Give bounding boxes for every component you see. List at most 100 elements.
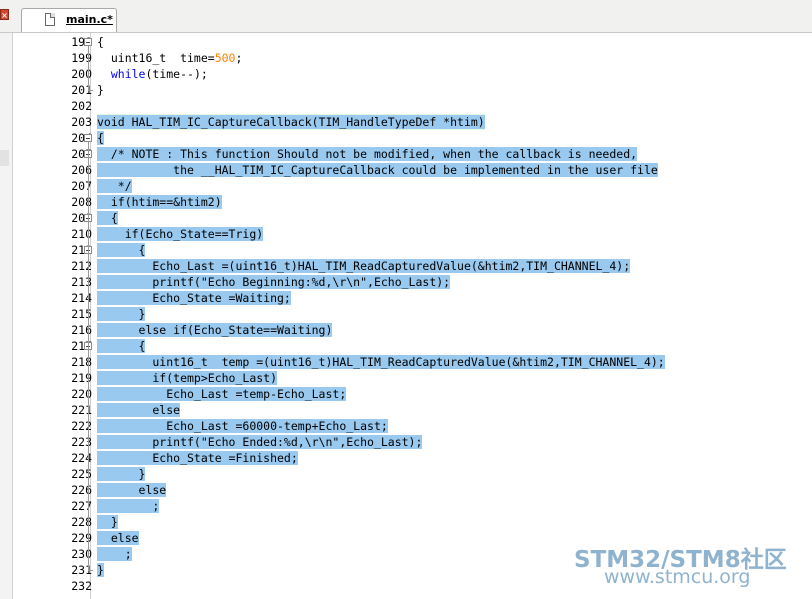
line-number: 206: [71, 163, 92, 177]
code-text: }: [97, 563, 104, 577]
code-line[interactable]: else: [97, 402, 181, 418]
line-number: 204: [71, 131, 92, 145]
code-line[interactable]: else: [97, 530, 139, 546]
code-text: {: [97, 211, 118, 225]
code-text: */: [97, 179, 132, 193]
close-icon[interactable]: ×: [0, 9, 9, 20]
code-text: else if(Echo_State==Waiting): [97, 323, 333, 337]
code-line[interactable]: uint16_t temp =(uint16_t)HAL_TIM_ReadCap…: [97, 354, 665, 370]
code-text: Echo_Last =temp-Echo_Last;: [97, 387, 347, 401]
code-line[interactable]: Echo_State =Finished;: [97, 450, 298, 466]
code-text: {: [97, 243, 146, 257]
line-number: 222: [71, 419, 92, 433]
code-line[interactable]: }: [97, 306, 146, 322]
code-line[interactable]: }: [97, 562, 104, 578]
code-line[interactable]: if(Echo_State==Trig): [97, 226, 264, 242]
code-text: {: [97, 131, 104, 145]
code-line[interactable]: Echo_Last =(uint16_t)HAL_TIM_ReadCapture…: [97, 258, 631, 274]
code-text: (time--);: [145, 67, 208, 81]
code-line[interactable]: printf("Echo Beginning:%d,\r\n",Echo_Las…: [97, 274, 451, 290]
line-number: 215: [71, 307, 92, 321]
code-line[interactable]: }: [97, 82, 104, 98]
code-text: uint16_t time=: [97, 51, 215, 65]
line-number: 209: [71, 211, 92, 225]
tab-label: main.c*: [66, 13, 113, 26]
line-number: 227: [71, 499, 92, 513]
code-line[interactable]: ;: [97, 546, 132, 562]
fold-guide: [88, 142, 89, 570]
code-text: if(Echo_State==Trig): [97, 227, 264, 241]
code-line[interactable]: printf("Echo Ended:%d,\r\n",Echo_Last);: [97, 434, 423, 450]
code-text: else: [97, 483, 167, 497]
line-number: 214: [71, 291, 92, 305]
code-line[interactable]: {: [97, 338, 146, 354]
code-line[interactable]: Echo_State =Waiting;: [97, 290, 291, 306]
code-line[interactable]: {: [97, 210, 118, 226]
code-text: }: [97, 83, 104, 97]
code-line[interactable]: {: [97, 34, 104, 50]
code-text: {: [97, 339, 146, 353]
line-number: 223: [71, 435, 92, 449]
line-number: 219: [71, 371, 92, 385]
code-line[interactable]: else: [97, 482, 167, 498]
line-number: 224: [71, 451, 92, 465]
code-line[interactable]: if(htim==&htim2): [97, 194, 222, 210]
code-line[interactable]: {: [97, 130, 104, 146]
code-text: ;: [235, 51, 243, 65]
code-line[interactable]: the __HAL_TIM_IC_CaptureCallback could b…: [97, 162, 658, 178]
code-line[interactable]: /* NOTE : This function Should not be mo…: [97, 146, 638, 162]
line-number: 216: [71, 323, 92, 337]
line-number: 230: [71, 547, 92, 561]
code-text: Echo_Last =60000-temp+Echo_Last;: [97, 419, 388, 433]
fold-toggle-icon[interactable]: [84, 38, 92, 46]
code-line[interactable]: ;: [97, 498, 160, 514]
code-line[interactable]: void HAL_TIM_IC_CaptureCallback(TIM_Hand…: [97, 114, 485, 130]
code-text: printf("Echo Beginning:%d,\r\n",Echo_Las…: [97, 275, 451, 289]
line-number: 202: [71, 99, 92, 113]
code-line[interactable]: else if(Echo_State==Waiting): [97, 322, 333, 338]
code-line[interactable]: {: [97, 242, 146, 258]
watermark-url: www.stmcu.org: [604, 566, 751, 588]
code-line[interactable]: }: [97, 514, 118, 530]
line-number: 213: [71, 275, 92, 289]
line-number: 208: [71, 195, 92, 209]
line-number: 218: [71, 355, 92, 369]
code-line[interactable]: Echo_Last =60000-temp+Echo_Last;: [97, 418, 388, 434]
code-text: the __HAL_TIM_IC_CaptureCallback could b…: [97, 163, 658, 177]
line-number: 221: [71, 403, 92, 417]
line-number: 217: [71, 339, 92, 353]
line-number: 211: [71, 243, 92, 257]
line-number: 207: [71, 179, 92, 193]
code-text: Echo_State =Finished;: [97, 451, 298, 465]
code-line[interactable]: while(time--);: [97, 66, 208, 82]
code-line[interactable]: Echo_Last =temp-Echo_Last;: [97, 386, 347, 402]
code-text: Echo_State =Waiting;: [97, 291, 291, 305]
file-icon: [45, 13, 55, 26]
line-number: 229: [71, 531, 92, 545]
fold-toggle-icon[interactable]: [84, 134, 92, 142]
code-text: ;: [97, 547, 132, 561]
code-line[interactable]: }: [97, 466, 146, 482]
line-number: 228: [71, 515, 92, 529]
line-number-gutter: 198 199 200 201 202 203 204 205 206 207 208 209 210 2…: [13, 33, 93, 599]
code-text: uint16_t temp =(uint16_t)HAL_TIM_ReadCap…: [97, 355, 665, 369]
code-line[interactable]: uint16_t time=500;: [97, 50, 243, 66]
editor-tab-bar: × main.c*: [0, 0, 812, 33]
code-text: printf("Echo Ended:%d,\r\n",Echo_Last);: [97, 435, 423, 449]
code-keyword: while: [110, 67, 146, 81]
fold-guide: [88, 46, 89, 90]
line-number: 200: [71, 67, 92, 81]
code-text: /* NOTE : This function Should not be mo…: [97, 147, 638, 161]
code-line[interactable]: if(temp>Echo_Last): [97, 370, 278, 386]
code-editor[interactable]: { uint16_t time=500; while(time--);} void…: [93, 33, 812, 599]
code-text: ;: [97, 499, 160, 513]
tab-main-c[interactable]: main.c*: [21, 8, 117, 32]
code-line[interactable]: */: [97, 178, 132, 194]
left-panel-edge: [0, 33, 13, 599]
code-text: Echo_Last =(uint16_t)HAL_TIM_ReadCapture…: [97, 259, 631, 273]
code-text: if(temp>Echo_Last): [97, 371, 278, 385]
code-text: }: [97, 467, 146, 481]
line-number: 226: [71, 483, 92, 497]
left-panel-marker: [0, 150, 9, 166]
